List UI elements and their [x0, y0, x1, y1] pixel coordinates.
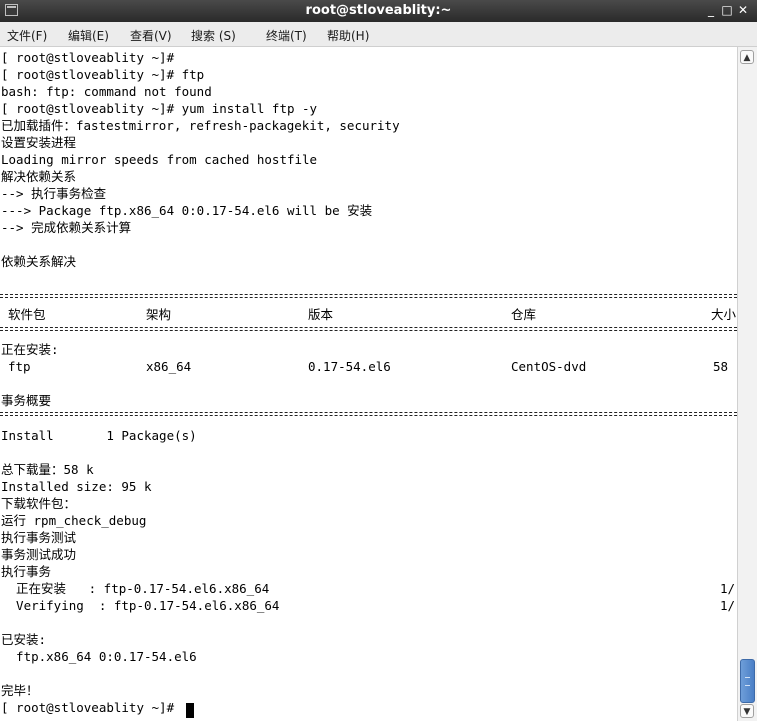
header-size: 大小	[711, 307, 737, 322]
header-package: 软件包	[8, 307, 46, 322]
row-version: 0.17-54.el6	[308, 359, 391, 374]
header-version: 版本	[308, 307, 334, 322]
done-message: 完毕！	[1, 683, 39, 698]
installing-label: 正在安装:	[1, 342, 59, 357]
terminal-line: --> 完成依赖关系计算	[1, 220, 132, 235]
separator	[0, 327, 737, 331]
close-button[interactable]: ✕	[736, 2, 750, 18]
menu-terminal[interactable]: 终端(T)	[266, 27, 307, 44]
terminal-line: 解决依赖关系	[1, 169, 77, 184]
terminal-line: 下载软件包：	[1, 496, 77, 511]
window-title: root@stloveablity:~	[305, 3, 452, 18]
menu-view[interactable]: 查看(V)	[130, 27, 172, 44]
terminal-line: Installed size: 95 k	[1, 479, 152, 494]
row-repo: CentOS-dvd	[511, 359, 587, 374]
row-size: 58	[713, 359, 729, 374]
terminal-line: 设置安装进程	[1, 135, 77, 150]
terminal-line: 依赖关系解决	[1, 254, 77, 269]
text-cursor	[186, 703, 194, 718]
maximize-button[interactable]: □	[720, 2, 734, 18]
chevron-up-icon[interactable]: ▲	[740, 50, 754, 64]
menu-search[interactable]: 搜索 (S)	[191, 27, 236, 44]
menu-bar: 文件(F) 编辑(E) 查看(V) 搜索 (S) 终端(T) 帮助(H)	[0, 22, 757, 47]
row-arch: x86_64	[146, 359, 192, 374]
terminal-line: Loading mirror speeds from cached hostfi…	[1, 152, 318, 167]
terminal-line: ---> Package ftp.x86_64 0:0.17-54.el6 wi…	[1, 203, 373, 218]
terminal-line: 总下载量：58 k	[1, 462, 94, 477]
terminal-line: 执行事务	[1, 564, 52, 579]
terminal-line: [ root@stloveablity ~]#	[1, 50, 175, 65]
terminal-line: [ root@stloveablity ~]# yum install ftp …	[1, 101, 318, 116]
terminal-line: --> 执行事务检查	[1, 186, 107, 201]
progress-count: 1/	[720, 581, 736, 596]
terminal-line: 运行 rpm_check_debug	[1, 513, 147, 528]
menu-edit[interactable]: 编辑(E)	[68, 27, 109, 44]
terminal-line: bash: ftp: command not found	[1, 84, 212, 99]
menu-file[interactable]: 文件(F)	[7, 27, 47, 44]
row-package: ftp	[8, 359, 31, 374]
vertical-scrollbar[interactable]: ▲ ▼	[737, 47, 757, 721]
terminal-output[interactable]: [ root@stloveablity ~]# [ root@stloveabl…	[0, 47, 737, 721]
progress-row: Verifying : ftp-0.17-54.el6.x86_64	[1, 598, 280, 613]
terminal-line: 执行事务测试	[1, 530, 77, 545]
separator	[0, 412, 737, 416]
minimize-button[interactable]: _	[704, 2, 718, 18]
shell-prompt: [ root@stloveablity ~]#	[1, 700, 182, 715]
install-summary: Install 1 Package(s)	[1, 428, 197, 443]
header-arch: 架构	[146, 307, 172, 322]
installed-label: 已安装:	[1, 632, 47, 647]
progress-row: 正在安装 : ftp-0.17-54.el6.x86_64	[1, 581, 270, 596]
separator	[0, 294, 737, 298]
summary-label: 事务概要	[1, 393, 52, 408]
installed-package: ftp.x86_64 0:0.17-54.el6	[1, 649, 197, 664]
scrollbar-thumb[interactable]	[740, 659, 755, 703]
terminal-line: 事务测试成功	[1, 547, 77, 562]
header-repo: 仓库	[511, 307, 537, 322]
progress-count: 1/	[720, 598, 736, 613]
menu-help[interactable]: 帮助(H)	[327, 27, 369, 44]
chevron-down-icon[interactable]: ▼	[740, 704, 754, 718]
terminal-line: [ root@stloveablity ~]# ftp	[1, 67, 205, 82]
terminal-line: 已加载插件：fastestmirror, refresh-packagekit,…	[1, 118, 400, 133]
title-bar: root@stloveablity:~ _ □ ✕	[0, 0, 757, 22]
